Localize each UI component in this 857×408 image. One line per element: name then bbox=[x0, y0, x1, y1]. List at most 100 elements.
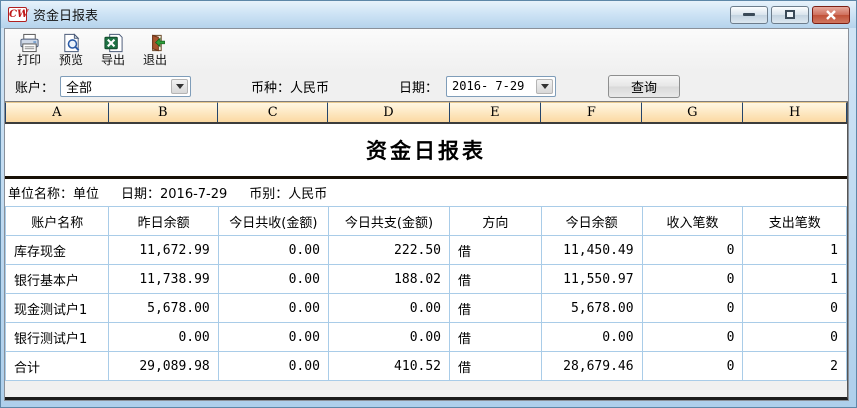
sheet-column-header[interactable]: D bbox=[328, 102, 449, 122]
table-header-cell: 今日共收(金额) bbox=[218, 207, 328, 236]
window-title: 资金日报表 bbox=[33, 5, 98, 24]
table-cell: 2 bbox=[743, 352, 847, 381]
sheet-column-header[interactable]: A bbox=[5, 102, 109, 122]
date-select[interactable]: 2016- 7-29 bbox=[446, 76, 556, 97]
toolbar: 打印 预览 导出 bbox=[5, 29, 848, 71]
printer-icon bbox=[19, 33, 40, 53]
exit-icon bbox=[145, 33, 166, 53]
meta-unit-name: 单位名称：单位 bbox=[8, 183, 99, 202]
table-cell: 0.00 bbox=[218, 323, 328, 352]
table-header-cell: 今日余额 bbox=[541, 207, 642, 236]
sheet-column-header[interactable]: B bbox=[109, 102, 218, 122]
table-cell: 1 bbox=[743, 236, 847, 265]
exit-button[interactable]: 退出 bbox=[135, 32, 175, 70]
table-cell: 合计 bbox=[6, 352, 109, 381]
table-cell: 0.00 bbox=[328, 323, 449, 352]
table-cell: 借 bbox=[450, 265, 542, 294]
exit-label: 退出 bbox=[143, 53, 167, 68]
date-label: 日期： bbox=[399, 77, 438, 96]
print-button[interactable]: 打印 bbox=[9, 32, 49, 70]
table-cell: 0 bbox=[642, 236, 743, 265]
table-header-row: 账户名称昨日余额今日共收(金额)今日共支(金额)方向今日余额收入笔数支出笔数 bbox=[6, 207, 847, 236]
sheet-column-header[interactable]: H bbox=[743, 102, 847, 122]
close-icon bbox=[825, 10, 837, 20]
app-icon: CW bbox=[8, 7, 27, 22]
currency-label: 币种：人民币 bbox=[251, 77, 329, 96]
table-cell: 0 bbox=[642, 323, 743, 352]
table-cell: 借 bbox=[450, 236, 542, 265]
sheet-column-headers: ABCDEFGH bbox=[5, 102, 847, 124]
table-total-row: 合计29,089.980.00410.52借28,679.4602 bbox=[6, 352, 847, 381]
report-table-body: 账户名称昨日余额今日共收(金额)今日共支(金额)方向今日余额收入笔数支出笔数库存… bbox=[6, 207, 847, 381]
table-header-cell: 昨日余额 bbox=[109, 207, 218, 236]
sheet-column-header[interactable]: E bbox=[450, 102, 542, 122]
table-cell: 借 bbox=[450, 352, 542, 381]
app-window: CW 资金日报表 bbox=[0, 0, 857, 408]
table-cell: 0.00 bbox=[218, 236, 328, 265]
table-header-cell: 支出笔数 bbox=[743, 207, 847, 236]
table-cell: 0 bbox=[743, 323, 847, 352]
table-cell: 11,738.99 bbox=[109, 265, 218, 294]
preview-label: 预览 bbox=[59, 53, 83, 68]
account-select[interactable]: 全部 bbox=[60, 76, 191, 97]
titlebar[interactable]: CW 资金日报表 bbox=[1, 1, 856, 28]
table-cell: 银行基本户 bbox=[6, 265, 109, 294]
table-cell: 11,550.97 bbox=[541, 265, 642, 294]
table-header-cell: 账户名称 bbox=[6, 207, 109, 236]
table-cell: 410.52 bbox=[328, 352, 449, 381]
table-cell: 0.00 bbox=[218, 265, 328, 294]
export-button[interactable]: 导出 bbox=[93, 32, 133, 70]
table-cell: 借 bbox=[450, 323, 542, 352]
report-title: 资金日报表 bbox=[366, 135, 486, 165]
query-button[interactable]: 查询 bbox=[608, 75, 680, 98]
table-row: 现金测试户15,678.000.000.00借5,678.0000 bbox=[6, 294, 847, 323]
table-row: 银行基本户11,738.990.00188.02借11,550.9701 bbox=[6, 265, 847, 294]
table-cell: 28,679.46 bbox=[541, 352, 642, 381]
table-header-cell: 今日共支(金额) bbox=[328, 207, 449, 236]
table-cell: 222.50 bbox=[328, 236, 449, 265]
maximize-icon bbox=[785, 10, 795, 19]
chevron-down-icon[interactable] bbox=[171, 79, 188, 94]
table-header-cell: 方向 bbox=[450, 207, 542, 236]
sheet-column-header[interactable]: G bbox=[642, 102, 743, 122]
report-meta-row: 单位名称：单位 日期：2016-7-29 币别：人民币 bbox=[5, 179, 847, 206]
table-cell: 0.00 bbox=[109, 323, 218, 352]
table-cell: 188.02 bbox=[328, 265, 449, 294]
preview-icon bbox=[61, 33, 82, 53]
export-excel-icon bbox=[103, 33, 124, 53]
date-value: 2016- 7-29 bbox=[452, 79, 524, 93]
table-cell: 库存现金 bbox=[6, 236, 109, 265]
table-row: 库存现金11,672.990.00222.50借11,450.4901 bbox=[6, 236, 847, 265]
table-cell: 29,089.98 bbox=[109, 352, 218, 381]
table-cell: 银行测试户1 bbox=[6, 323, 109, 352]
table-cell: 0 bbox=[642, 352, 743, 381]
meta-date: 日期：2016-7-29 bbox=[121, 183, 227, 202]
table-cell: 0.00 bbox=[328, 294, 449, 323]
sheet-column-header[interactable]: C bbox=[218, 102, 328, 122]
account-label: 账户： bbox=[15, 77, 54, 96]
table-cell: 1 bbox=[743, 265, 847, 294]
maximize-button[interactable] bbox=[771, 6, 809, 24]
minimize-icon bbox=[743, 13, 755, 16]
table-header-cell: 收入笔数 bbox=[642, 207, 743, 236]
table-cell: 5,678.00 bbox=[541, 294, 642, 323]
print-label: 打印 bbox=[17, 53, 41, 68]
report-area: 资金日报表 单位名称：单位 日期：2016-7-29 币别：人民币 账户名称昨日… bbox=[5, 124, 847, 381]
minimize-button[interactable] bbox=[730, 6, 768, 24]
filter-bar: 账户： 全部 币种：人民币 日期： 2016- 7-29 查询 bbox=[5, 71, 848, 102]
table-cell: 0 bbox=[642, 294, 743, 323]
table-cell: 0 bbox=[642, 265, 743, 294]
report-title-zone: 资金日报表 bbox=[5, 124, 847, 176]
chevron-down-icon[interactable] bbox=[536, 79, 553, 94]
close-button[interactable] bbox=[812, 6, 850, 24]
window-content: 打印 预览 导出 bbox=[4, 28, 849, 401]
table-cell: 5,678.00 bbox=[109, 294, 218, 323]
table-cell: 0 bbox=[743, 294, 847, 323]
sheet-column-header[interactable]: F bbox=[541, 102, 642, 122]
preview-button[interactable]: 预览 bbox=[51, 32, 91, 70]
table-cell: 0.00 bbox=[541, 323, 642, 352]
report-table: 账户名称昨日余额今日共收(金额)今日共支(金额)方向今日余额收入笔数支出笔数库存… bbox=[5, 206, 847, 381]
table-cell: 0.00 bbox=[218, 352, 328, 381]
table-cell: 借 bbox=[450, 294, 542, 323]
table-cell: 11,450.49 bbox=[541, 236, 642, 265]
